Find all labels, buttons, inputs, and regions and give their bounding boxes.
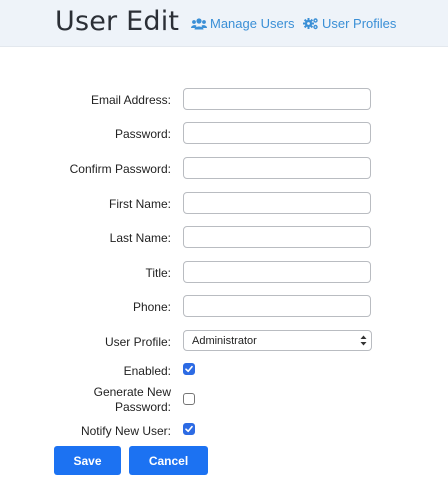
save-button[interactable]: Save xyxy=(54,446,121,475)
first-name-field[interactable] xyxy=(183,192,371,214)
user-profile-select[interactable]: Administrator xyxy=(183,330,372,351)
user-profile-value: Administrator xyxy=(192,335,257,347)
phone-field[interactable] xyxy=(183,295,371,317)
password-field[interactable] xyxy=(183,122,371,144)
notify-user-label: Notify New User: xyxy=(80,424,171,438)
password-label: Password: xyxy=(114,127,171,141)
last-name-label: Last Name: xyxy=(109,231,171,245)
first-name-label: First Name: xyxy=(108,197,171,211)
phone-label: Phone: xyxy=(132,300,171,314)
gears-icon xyxy=(303,17,319,30)
users-icon xyxy=(191,17,207,30)
generate-password-label-line1: Generate New xyxy=(93,385,171,399)
last-name-field[interactable] xyxy=(183,226,371,248)
confirm-password-field[interactable] xyxy=(183,157,371,179)
confirm-password-label: Confirm Password: xyxy=(69,162,171,176)
email-label: Email Address: xyxy=(90,93,171,107)
manage-users-label: Manage Users xyxy=(210,16,295,31)
cancel-button[interactable]: Cancel xyxy=(129,446,208,475)
generate-password-label: Generate New Password: xyxy=(94,385,171,415)
title-label: Title: xyxy=(145,266,171,280)
user-profiles-link[interactable]: User Profiles xyxy=(303,16,396,31)
generate-password-checkbox[interactable] xyxy=(183,393,195,405)
user-profiles-label: User Profiles xyxy=(322,16,397,31)
page-title: User Edit xyxy=(55,6,180,37)
manage-users-link[interactable]: Manage Users xyxy=(191,16,295,31)
enabled-checkbox[interactable] xyxy=(183,363,195,375)
title-field[interactable] xyxy=(183,261,371,283)
page-header: User Edit Manage Users User Profiles xyxy=(0,0,448,47)
notify-user-checkbox[interactable] xyxy=(183,423,195,435)
email-field[interactable] xyxy=(183,88,371,110)
generate-password-label-line2: Password: xyxy=(114,400,171,414)
select-arrows-icon xyxy=(360,334,367,347)
user-profile-label: User Profile: xyxy=(104,335,171,349)
enabled-label: Enabled: xyxy=(123,364,171,378)
